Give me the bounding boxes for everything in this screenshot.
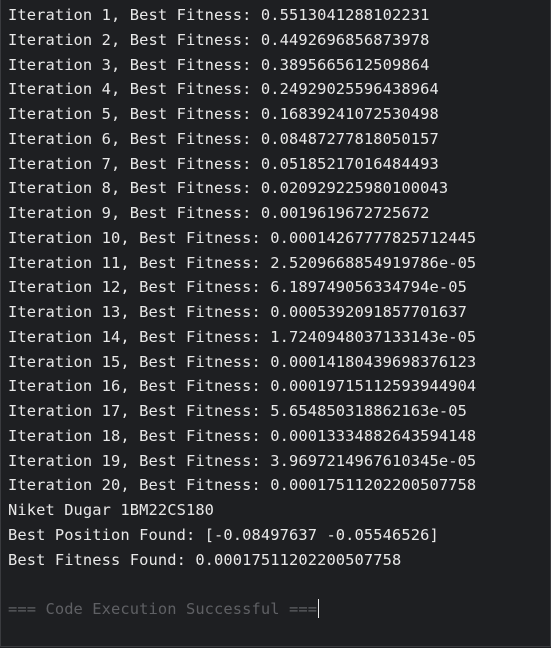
output-line: Iteration 7, Best Fitness: 0.05185217016… <box>8 154 439 173</box>
output-line: Iteration 13, Best Fitness: 0.0005392091… <box>8 303 467 321</box>
console-output: Iteration 1, Best Fitness: 0.55130412881… <box>8 3 550 622</box>
best-position-line: Best Position Found: [-0.08497637 -0.055… <box>8 525 439 544</box>
output-line: Iteration 17, Best Fitness: 5.6548503188… <box>8 402 467 420</box>
author-line: Niket Dugar 1BM22CS180 <box>8 501 215 519</box>
output-line: Iteration 8, Best Fitness: 0.02092922598… <box>8 179 449 198</box>
output-line: Iteration 20, Best Fitness: 0.0001751120… <box>8 476 477 495</box>
output-line: Iteration 14, Best Fitness: 1.7240948037… <box>8 327 477 346</box>
output-line: Iteration 4, Best Fitness: 0.24929025596… <box>8 80 439 99</box>
output-line: Iteration 10, Best Fitness: 0.0001426777… <box>8 228 477 247</box>
text-cursor <box>318 599 320 618</box>
output-line: Iteration 5, Best Fitness: 0.16839241072… <box>8 105 439 123</box>
output-line: Iteration 11, Best Fitness: 2.5209668854… <box>8 253 477 272</box>
console-output-panel[interactable]: Iteration 1, Best Fitness: 0.55130412881… <box>0 0 551 647</box>
output-line: Iteration 1, Best Fitness: 0.55130412881… <box>8 6 430 24</box>
output-line: Iteration 18, Best Fitness: 0.0001333488… <box>8 426 477 445</box>
output-line: Iteration 16, Best Fitness: 0.0001971511… <box>8 377 477 396</box>
execution-status-line: === Code Execution Successful === <box>8 597 550 622</box>
output-line: Iteration 12, Best Fitness: 6.1897490563… <box>8 278 467 297</box>
output-line: Iteration 15, Best Fitness: 0.0001418043… <box>8 352 477 371</box>
output-line: Iteration 6, Best Fitness: 0.08487277818… <box>8 129 439 148</box>
best-fitness-line: Best Fitness Found: 0.000175112022005077… <box>8 550 402 569</box>
output-line: Iteration 2, Best Fitness: 0.44926968568… <box>8 30 430 49</box>
execution-status-text: === Code Execution Successful === <box>8 600 318 618</box>
output-line: Iteration 19, Best Fitness: 3.9697214967… <box>8 451 477 470</box>
output-line: Iteration 3, Best Fitness: 0.38956656125… <box>8 55 430 74</box>
output-line: Iteration 9, Best Fitness: 0.00196196727… <box>8 204 430 222</box>
